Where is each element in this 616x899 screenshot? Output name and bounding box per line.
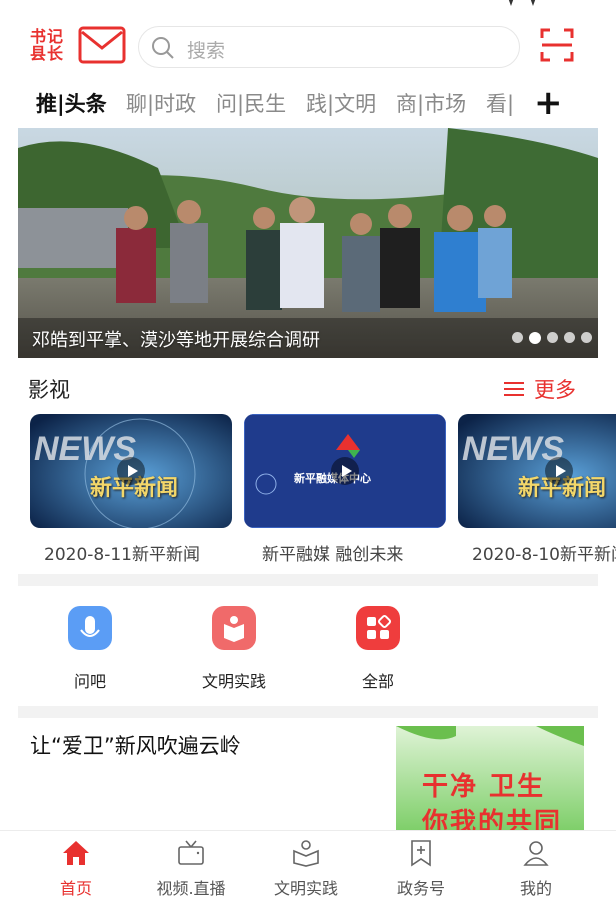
brand-logo[interactable]: 书记 县长 <box>30 28 64 62</box>
video-thumbnail[interactable]: NEWS 新平新闻 <box>458 414 616 528</box>
brand-line-2: 县长 <box>30 44 65 63</box>
shortcut-label: 文明实践 <box>201 672 266 691</box>
search-bar[interactable]: 搜索 <box>138 26 520 68</box>
more-label: 更多 <box>534 378 576 402</box>
video-title[interactable]: 新平融媒 融创未来 <box>262 540 502 564</box>
tab-watch[interactable]: 看| <box>486 88 514 118</box>
play-icon <box>117 457 145 485</box>
grid-icon <box>356 606 400 650</box>
shortcut-label: 全部 <box>361 672 394 691</box>
channel-tabs: 推|头条 聊|时政 问|民生 践|文明 商|市场 看| + <box>0 84 616 126</box>
article-title[interactable]: 让“爱卫”新风吹遍云岭 <box>30 730 241 760</box>
shortcut-wenba[interactable]: 问吧 <box>40 606 140 692</box>
nav-video-live[interactable]: 视频.直播 <box>141 839 241 899</box>
list-icon <box>504 382 524 396</box>
carousel-dot[interactable] <box>547 332 558 343</box>
bottom-navigation: 首页 视频.直播 文明实践 政务号 我的 <box>0 830 616 899</box>
tab-politics[interactable]: 聊|时政 <box>126 88 196 118</box>
nav-label: 我的 <box>519 879 552 898</box>
user-icon <box>523 841 549 866</box>
shortcut-label: 问吧 <box>73 672 106 691</box>
play-icon <box>545 457 573 485</box>
video-title[interactable]: 2020-8-11新平新闻 <box>44 540 284 564</box>
section-divider <box>18 574 598 586</box>
article-thumbnail[interactable]: 干净 卫生 你我的共同 <box>396 726 584 830</box>
tab-market[interactable]: 商|市场 <box>396 88 466 118</box>
section-title-video: 影视 <box>28 378 70 402</box>
more-button[interactable]: 更多 <box>504 374 576 404</box>
mail-icon[interactable] <box>78 26 126 64</box>
banner-caption[interactable]: 邓皓到平掌、漠沙等地开展综合调研 <box>32 326 320 352</box>
signal-icon <box>528 0 538 6</box>
video-thumbnail[interactable]: 新平融媒体中心 <box>244 414 446 528</box>
book-icon <box>212 606 256 650</box>
carousel-dot[interactable] <box>564 332 575 343</box>
video-card[interactable]: 新平融媒体中心 新平融媒 融创未来 <box>244 414 446 564</box>
nav-home[interactable]: 首页 <box>26 839 126 899</box>
status-bar <box>0 0 616 12</box>
nav-government[interactable]: 政务号 <box>371 839 471 899</box>
carousel-dot[interactable] <box>512 332 523 343</box>
video-card[interactable]: NEWS 新平新闻 2020-8-11新平新闻 <box>30 414 232 564</box>
nav-label: 文明实践 <box>273 879 338 898</box>
banner-carousel[interactable]: 邓皓到平掌、漠沙等地开展综合调研 <box>18 128 598 358</box>
microphone-icon <box>68 606 112 650</box>
tab-civilization[interactable]: 践|文明 <box>306 88 376 118</box>
search-icon <box>152 37 174 59</box>
play-icon <box>331 457 359 485</box>
app-header: 书记 县长 搜索 <box>0 20 616 76</box>
banner-photo <box>18 128 598 358</box>
civic-practice-icon <box>293 840 319 867</box>
nav-me[interactable]: 我的 <box>486 839 586 899</box>
carousel-dot-active[interactable] <box>529 332 541 344</box>
section-divider <box>18 706 598 718</box>
brand-line-1: 书记 <box>30 27 65 46</box>
video-card[interactable]: NEWS 新平新闻 2020-8-10新平新闻 <box>458 414 616 564</box>
tab-livelihood[interactable]: 问|民生 <box>216 88 286 118</box>
nav-civic-practice[interactable]: 文明实践 <box>256 839 356 899</box>
tab-headlines[interactable]: 推|头条 <box>36 88 107 118</box>
video-carousel[interactable]: NEWS 新平新闻 2020-8-11新平新闻 新平融媒体中心 新平融媒 融创未… <box>30 414 616 564</box>
shortcut-civic-practice[interactable]: 文明实践 <box>184 606 284 692</box>
search-input[interactable]: 搜索 <box>187 36 225 63</box>
add-channel-button[interactable]: + <box>534 84 563 122</box>
carousel-dot[interactable] <box>581 332 592 343</box>
home-icon <box>63 841 89 865</box>
nav-label: 首页 <box>59 879 92 898</box>
video-thumbnail[interactable]: NEWS 新平新闻 <box>30 414 232 528</box>
tv-icon <box>178 840 204 865</box>
carousel-indicator <box>512 332 592 344</box>
video-title[interactable]: 2020-8-10新平新闻 <box>472 540 616 564</box>
shortcut-all[interactable]: 全部 <box>328 606 428 692</box>
article-thumb-line-2: 你我的共同 <box>422 808 563 830</box>
article-thumb-line-1: 干净 卫生 <box>422 772 546 802</box>
bookmark-plus-icon <box>411 840 431 867</box>
scan-icon[interactable] <box>540 28 574 62</box>
wifi-icon <box>506 0 516 6</box>
nav-label: 政务号 <box>396 879 445 898</box>
nav-label: 视频.直播 <box>156 879 226 898</box>
